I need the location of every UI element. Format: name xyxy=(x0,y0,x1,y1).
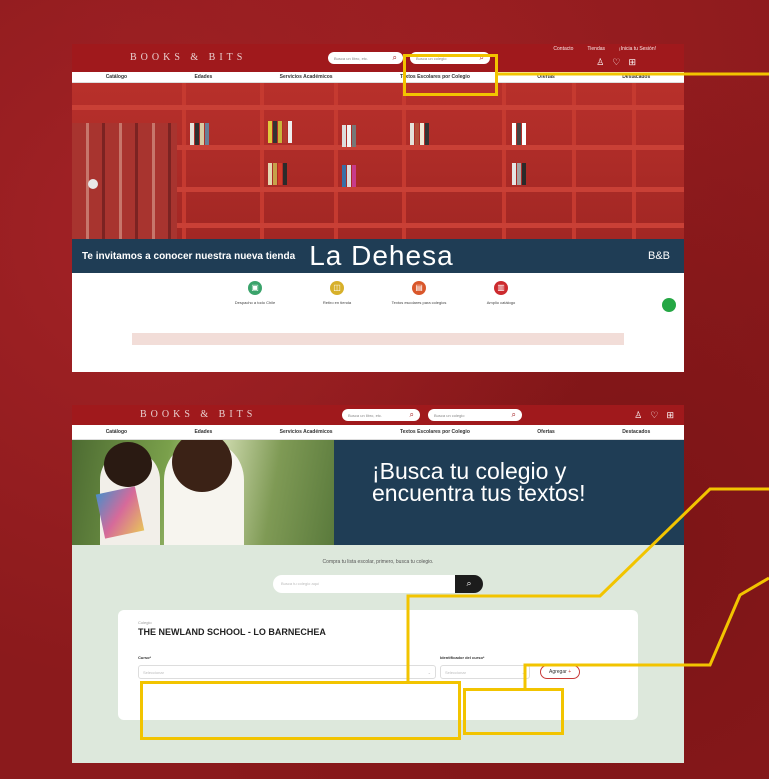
nav-ofertas[interactable]: Ofertas xyxy=(537,429,555,435)
header: BOOKS & BITS Contacto Tiendas ¡Inicia tu… xyxy=(72,44,684,72)
user-icon[interactable]: ♙ xyxy=(596,57,604,68)
service-label: Despacho a todo Chile xyxy=(234,300,276,305)
school-name: THE NEWLAND SCHOOL - LO BARNECHEA xyxy=(138,627,326,637)
school-label: Colegio xyxy=(138,620,152,625)
main-nav: Catálogo Edades Servicios Académicos Tex… xyxy=(72,425,684,440)
logo[interactable]: BOOKS & BITS xyxy=(140,409,256,420)
services-row: ▣ Despacho a todo Chile ◫ Retiro en tienda… xyxy=(72,273,684,333)
search-icon[interactable]: ⌕ xyxy=(512,411,516,419)
nav-destacados[interactable]: Destacados xyxy=(622,429,650,435)
service-label: Amplio catálogo xyxy=(486,300,516,305)
top-links: Contacto Tiendas ¡Inicia tu Sesión! xyxy=(553,46,656,52)
header: BOOKS & BITS Busca un libro, etc. ⌕ Busc… xyxy=(72,405,684,425)
callout-school-search xyxy=(403,54,498,96)
nav-servicios[interactable]: Servicios Académicos xyxy=(280,74,333,80)
bag-icon: ◫ xyxy=(330,281,344,295)
next-section-preview xyxy=(132,333,624,345)
plus-icon: + xyxy=(568,669,572,675)
heart-icon[interactable]: ♡ xyxy=(650,410,658,421)
school-search-input[interactable]: Busca un colegio ⌕ xyxy=(428,409,522,421)
hero-title: ¡Busca tu colegio y encuentra tus textos! xyxy=(372,458,586,506)
search-icon[interactable]: ⌕ xyxy=(410,411,414,419)
user-icons: ♙ ♡ ⊞ xyxy=(596,57,636,68)
promo-banner[interactable]: Te invitamos a conocer nuestra nueva tie… xyxy=(72,239,684,273)
students-photo xyxy=(72,440,334,545)
nav-edades[interactable]: Edades xyxy=(194,74,212,80)
course-id-label: Identificador del curso* xyxy=(440,655,485,660)
callout-course-id xyxy=(463,688,564,735)
curso-select[interactable]: Seleccionar ⌄ xyxy=(138,665,436,679)
whatsapp-icon[interactable] xyxy=(662,298,676,312)
cart-icon[interactable]: ⊞ xyxy=(666,410,674,421)
nav-catalogo[interactable]: Catálogo xyxy=(106,74,127,80)
service-label: Textos escolares para colegios xyxy=(391,300,447,305)
banner-brand: B&B xyxy=(647,250,670,262)
stores-link[interactable]: Tiendas xyxy=(587,46,605,52)
cart-icon[interactable]: ⊞ xyxy=(628,57,636,68)
book-search-input[interactable]: Busca un libro, etc. ⌕ xyxy=(342,409,420,421)
service-school-texts[interactable]: ▤ Textos escolares para colegios xyxy=(389,281,449,333)
book-search-placeholder: Busca un libro, etc. xyxy=(348,412,383,418)
login-link[interactable]: ¡Inicia tu Sesión! xyxy=(619,46,656,52)
book-search-input[interactable]: Busca un libro, etc. ⌕ xyxy=(328,52,403,64)
nav-textos[interactable]: Textos Escolares por Colegio xyxy=(400,429,470,435)
school-search-placeholder: Busca un colegio xyxy=(434,412,465,418)
book-icon: ▥ xyxy=(494,281,508,295)
finder-instruction: Compra tu lista escolar, primero, busca … xyxy=(322,559,434,565)
finder: Compra tu lista escolar, primero, busca … xyxy=(72,545,684,610)
carousel-prev-button[interactable] xyxy=(88,179,98,189)
service-shipping[interactable]: ▣ Despacho a todo Chile xyxy=(225,281,285,333)
book-search-placeholder: Busca un libro, etc. xyxy=(334,55,369,61)
logo[interactable]: BOOKS & BITS xyxy=(130,52,246,63)
add-button[interactable]: Agregar + xyxy=(540,665,581,679)
truck-icon: ▣ xyxy=(248,281,262,295)
school-hero: ¡Busca tu colegio y encuentra tus textos! xyxy=(72,440,684,545)
service-label: Retiro en tienda xyxy=(322,300,352,305)
callout-curso xyxy=(140,681,461,740)
nav-ofertas[interactable]: Ofertas xyxy=(537,74,555,80)
banner-text: Te invitamos a conocer nuestra nueva tie… xyxy=(82,250,296,262)
nav-servicios[interactable]: Servicios Académicos xyxy=(280,429,333,435)
school-icon: ▤ xyxy=(412,281,426,295)
curso-label: Curso* xyxy=(138,655,152,660)
finder-search: Busca tu colegio aquí ⌕ xyxy=(273,575,483,593)
contact-link[interactable]: Contacto xyxy=(553,46,573,52)
user-icon[interactable]: ♙ xyxy=(634,410,642,421)
homepage-screenshot: BOOKS & BITS Contacto Tiendas ¡Inicia tu… xyxy=(72,44,684,372)
store-hero: Te invitamos a conocer nuestra nueva tie… xyxy=(72,83,684,273)
service-pickup[interactable]: ◫ Retiro en tienda xyxy=(307,281,367,333)
nav-edades[interactable]: Edades xyxy=(194,429,212,435)
course-id-select[interactable]: Seleccionar ⌄ xyxy=(440,665,530,679)
school-finder-input[interactable]: Busca tu colegio aquí xyxy=(273,575,455,593)
nav-destacados[interactable]: Destacados xyxy=(622,74,650,80)
nav-catalogo[interactable]: Catálogo xyxy=(106,429,127,435)
banner-title: La Dehesa xyxy=(309,240,454,271)
main-nav: Catálogo Edades Servicios Académicos Tex… xyxy=(72,72,684,83)
user-icons: ♙ ♡ ⊞ xyxy=(634,410,674,421)
service-catalog[interactable]: ▥ Amplio catálogo xyxy=(471,281,531,333)
search-icon[interactable]: ⌕ xyxy=(393,54,397,62)
search-icon[interactable]: ⌕ xyxy=(455,575,483,593)
heart-icon[interactable]: ♡ xyxy=(612,57,620,68)
